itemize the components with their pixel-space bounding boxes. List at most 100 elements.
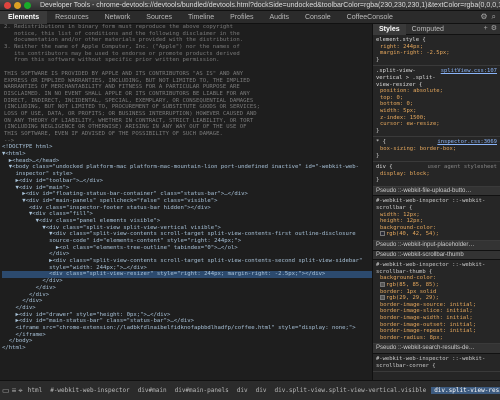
dom-node-line[interactable]: ▼<div class="panel elements visible"> xyxy=(2,218,372,225)
breadcrumb-item[interactable]: div xyxy=(253,387,270,394)
css-property[interactable]: rgb(29, 29, 29); xyxy=(376,295,497,302)
rule-selector[interactable]: div { xyxy=(376,164,393,171)
breadcrumb-item[interactable]: #-webkit-web-inspector xyxy=(47,387,132,394)
breadcrumb-item[interactable]: div xyxy=(234,387,251,394)
dom-node-line[interactable]: </div> xyxy=(2,285,372,292)
css-property[interactable]: border-image-outset: initial; xyxy=(376,322,497,329)
css-property[interactable]: z-index: 1500; xyxy=(376,115,497,122)
rule-selector[interactable]: element.style { xyxy=(376,37,426,44)
dom-node-line[interactable]: ▼<div id="main-panels" spellcheck="false… xyxy=(2,198,372,205)
rule-selector[interactable]: #-webkit-web-inspector ::-webkit-scrollb… xyxy=(376,356,497,369)
css-property[interactable]: border-image-source: initial; xyxy=(376,302,497,309)
tab-elements[interactable]: Elements xyxy=(0,10,48,24)
css-property[interactable]: border-radius: 8px; xyxy=(376,335,497,342)
dom-node-line[interactable]: </body> xyxy=(2,338,372,345)
css-property[interactable]: box-sizing: border-box; xyxy=(376,146,497,153)
css-property[interactable]: cursor: ew-resize; xyxy=(376,121,497,128)
sidebar-tab-computed[interactable]: Computed xyxy=(406,24,450,35)
tab-coffeeconsole[interactable]: CoffeeConsole xyxy=(339,11,401,24)
rule-selector[interactable]: .split-view-vertical > .split-view-resiz… xyxy=(376,68,441,88)
dom-node-line[interactable]: ▶<div id="drawer" style="height: 0px;">…… xyxy=(2,312,372,319)
dom-tree[interactable]: <!DOCTYPE html> ▼<html> ▶<head>…</head> ▼… xyxy=(0,144,372,351)
dom-node-line[interactable]: ▼<html> xyxy=(2,151,372,158)
pseudo-element-header[interactable]: Pseudo ::-webkit-input-placeholder… xyxy=(373,241,500,251)
pseudo-element-header[interactable]: Pseudo ::-webkit-scrollbar-thumb xyxy=(373,250,500,261)
dom-node-line[interactable]: ▶<div id="toolbar">…</div> xyxy=(2,178,372,185)
css-property[interactable]: background-color: xyxy=(376,275,497,282)
tab-timeline[interactable]: Timeline xyxy=(180,11,222,24)
rule-source-link[interactable]: splitView.css:107 xyxy=(441,68,497,88)
breadcrumb-item[interactable]: html xyxy=(25,387,45,394)
dom-node-line[interactable]: <!DOCTYPE html> xyxy=(2,144,372,151)
rule-selector[interactable]: * { xyxy=(376,139,386,146)
dom-node-line[interactable]: ▼<div class="split-view-contents scroll-… xyxy=(2,231,372,238)
rule-header: .split-view-vertical > .split-view-resiz… xyxy=(376,68,497,88)
dom-node-line[interactable]: </div> xyxy=(2,251,372,258)
inspect-icon[interactable]: ⌖ xyxy=(18,386,23,396)
rule-selector[interactable]: #-webkit-web-inspector ::-webkit-scrollb… xyxy=(376,198,497,211)
tab-network[interactable]: Network xyxy=(97,11,139,24)
elements-tree-panel[interactable]: 2. Redistributions in binary form must r… xyxy=(0,24,372,380)
dock-icon[interactable]: ▭ xyxy=(2,386,10,396)
pseudo-element-header[interactable]: Pseudo ::-webkit-file-upload-butto… xyxy=(373,186,500,197)
dom-node-line[interactable]: </div> xyxy=(2,292,372,299)
dom-node-line[interactable]: inspector" style> xyxy=(2,171,372,178)
dom-node-line[interactable]: ▶<div id="main-status-bar" class="status… xyxy=(2,318,372,325)
gear-icon[interactable]: ⚙ xyxy=(491,25,497,33)
dom-node-line[interactable]: </iframe> xyxy=(2,332,372,339)
tab-audits[interactable]: Audits xyxy=(262,11,297,24)
css-property[interactable]: border: 1px solid xyxy=(376,289,497,296)
breadcrumb-item[interactable]: div#main-panels xyxy=(172,387,232,394)
tab-resources[interactable]: Resources xyxy=(47,11,96,24)
dom-node-line[interactable]: </html> xyxy=(2,345,372,352)
css-property[interactable]: width: 12px; xyxy=(376,212,497,219)
css-property[interactable]: rgb(85, 85, 85); xyxy=(376,282,497,289)
tab-console[interactable]: Console xyxy=(297,11,339,24)
tab-profiles[interactable]: Profiles xyxy=(222,11,261,24)
settings-icon[interactable]: ⚙ xyxy=(480,12,487,22)
search-icon[interactable]: ⌕ xyxy=(492,12,496,22)
dom-node-line[interactable]: ▼<div class="split-view split-view-verti… xyxy=(2,225,372,232)
dom-node-line[interactable]: ▶<head>…</head> xyxy=(2,158,372,165)
css-property[interactable]: display: block; xyxy=(376,171,497,178)
dom-node-line[interactable]: <div class="inspector-footer status-bar … xyxy=(2,205,372,212)
dom-node-line[interactable]: ▶<ol class="elements-tree-outline" tabin… xyxy=(2,245,372,252)
color-swatch[interactable] xyxy=(380,282,385,287)
dom-node-line[interactable]: ▼<div class="fill"> xyxy=(2,211,372,218)
dom-node-line[interactable]: <div class="split-view-resizer" style="r… xyxy=(2,271,372,279)
css-property[interactable]: width: 5px; xyxy=(376,108,497,115)
dom-node-line[interactable]: source-code" id="elements-content" style… xyxy=(2,238,372,245)
dom-node-line[interactable]: </div> xyxy=(2,305,372,312)
console-icon[interactable]: ≡ xyxy=(12,386,17,396)
breadcrumb-item[interactable]: div.split-view.split-view-vertical.visib… xyxy=(271,387,429,394)
css-property[interactable]: height: 12px; xyxy=(376,218,497,225)
dom-node-line[interactable]: style="width: 244px;">…</div> xyxy=(2,265,372,272)
css-property[interactable]: border-image-repeat: initial; xyxy=(376,328,497,335)
css-property[interactable]: bottom: 0; xyxy=(376,101,497,108)
rule-selector[interactable]: #-webkit-web-inspector ::-webkit-scrollb… xyxy=(376,262,497,275)
css-property[interactable]: border-image-width: initial; xyxy=(376,315,497,322)
css-property[interactable]: margin-right: -2.5px; xyxy=(376,50,497,57)
color-swatch[interactable] xyxy=(380,231,385,237)
css-property[interactable]: background-color: xyxy=(376,225,497,232)
dom-node-line[interactable]: ▶<div id="floating-status-bar-container"… xyxy=(2,191,372,198)
dom-node-line[interactable]: ▶<div class="split-view-contents scroll-… xyxy=(2,258,372,265)
css-property[interactable]: rgb(40, 42, 54); xyxy=(376,231,497,238)
css-property[interactable]: position: absolute; xyxy=(376,88,497,95)
rule-source-link[interactable]: inspector.css:3069 xyxy=(437,139,497,146)
breadcrumb-item[interactable]: div#main xyxy=(135,387,170,394)
breadcrumb-item[interactable]: div.split-view-resizer xyxy=(431,387,500,394)
add-rule-icon[interactable]: + xyxy=(484,25,488,33)
pseudo-element-header[interactable]: Pseudo ::-webkit-search-results-de… xyxy=(373,344,500,354)
dom-node-line[interactable]: </div> xyxy=(2,298,372,305)
dom-node-line[interactable]: ▼<body class="undocked platform-mac plat… xyxy=(2,164,372,171)
dom-node-line[interactable]: </div> xyxy=(2,278,372,285)
tab-sources[interactable]: Sources xyxy=(138,11,180,24)
dom-node-line[interactable]: ▼<div id="main"> xyxy=(2,185,372,192)
dom-node-line[interactable]: <iframe src="chrome-extension://ladbkfdl… xyxy=(2,325,372,332)
css-property[interactable]: top: 0; xyxy=(376,95,497,102)
css-property[interactable]: border-image-slice: initial; xyxy=(376,308,497,315)
color-swatch[interactable] xyxy=(380,295,385,301)
css-property[interactable]: right: 244px; xyxy=(376,44,497,51)
sidebar-tab-styles[interactable]: Styles xyxy=(373,24,406,35)
